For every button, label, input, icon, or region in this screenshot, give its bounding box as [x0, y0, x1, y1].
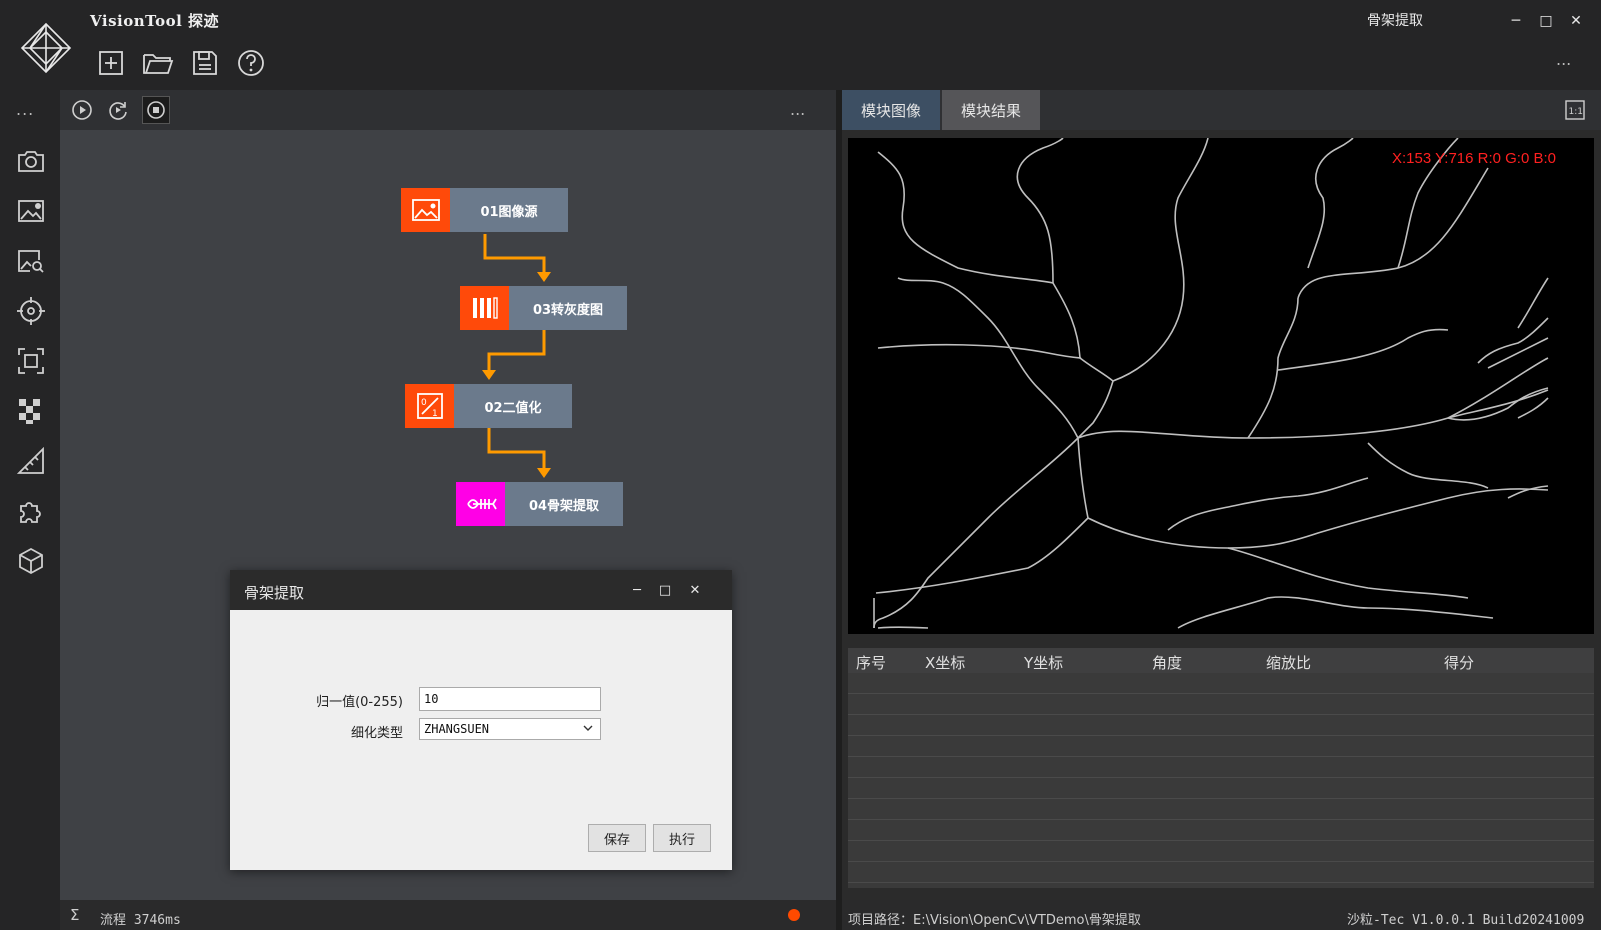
table-row [848, 841, 1594, 862]
app-window: VisionTool 探迹 骨架提取 ─ □ ✕ ... ... ... 01图… [0, 0, 1601, 930]
result-table: 序号 X坐标 Y坐标 角度 缩放比 得分 [848, 648, 1594, 888]
image-viewport[interactable] [848, 137, 1594, 634]
thin-type-value: ZHANGSUEN [424, 722, 490, 736]
table-row [848, 757, 1594, 778]
dialog-minimize-button[interactable]: ─ [626, 580, 648, 600]
checkerboard-icon[interactable] [14, 394, 48, 428]
flow-node-label: 04骨架提取 [505, 482, 623, 526]
flow-node-skeleton[interactable]: 04骨架提取 [456, 482, 623, 526]
skeleton-image [873, 137, 1549, 629]
flow-time-text: 流程 3746ms [100, 913, 181, 928]
flow-node-image-source[interactable]: 01图像源 [401, 188, 568, 232]
camera-icon[interactable] [14, 144, 48, 178]
panel-splitter[interactable] [836, 90, 842, 930]
minimize-button[interactable]: ─ [1504, 10, 1528, 32]
status-indicator [788, 909, 800, 921]
version-label: 沙粒-Tec V1.0.0.1 Build20241009 [1347, 913, 1585, 928]
flow-more-menu[interactable]: ... [790, 100, 805, 119]
column-header-x[interactable]: X坐标 [925, 652, 965, 673]
help-icon[interactable] [234, 46, 268, 80]
tab-module-image[interactable]: 模块图像 [842, 90, 940, 130]
flow-node-binarize[interactable]: 01 02二值化 [405, 384, 572, 428]
run-loop-icon[interactable] [104, 96, 132, 124]
new-file-icon[interactable] [94, 46, 128, 80]
thin-type-label: 细化类型 [350, 726, 403, 741]
binarize-icon: 01 [405, 384, 454, 428]
flow-node-grayscale[interactable]: 03转灰度图 [460, 286, 627, 330]
grayscale-icon [460, 286, 509, 330]
flow-node-label: 03转灰度图 [509, 286, 627, 330]
normalize-input[interactable]: 10 [419, 687, 601, 711]
flow-canvas[interactable]: 01图像源 03转灰度图 01 02二值化 04骨架提取 骨架提取 ─ □ ✕ … [60, 130, 836, 900]
svg-text:0: 0 [421, 398, 427, 408]
sidebar-more-menu[interactable]: ... [16, 100, 34, 119]
roi-icon[interactable] [14, 344, 48, 378]
cube-icon[interactable] [14, 544, 48, 578]
normalize-label: 归一值(0-255) [316, 695, 403, 710]
stop-icon[interactable] [142, 96, 170, 124]
table-row [848, 862, 1594, 883]
app-title: VisionTool 探迹 [90, 12, 219, 30]
table-row [848, 778, 1594, 799]
table-row [848, 673, 1594, 694]
flow-node-label: 02二值化 [454, 384, 572, 428]
project-path: 项目路径：E:\Vision\OpenCv\VTDemo\骨架提取 [848, 913, 1141, 928]
fishbone-icon [456, 482, 505, 526]
svg-text:1:1: 1:1 [1569, 107, 1583, 117]
actual-size-button[interactable]: 1:1 [1563, 98, 1587, 122]
save-button[interactable]: 保存 [588, 824, 646, 852]
pixel-readout: X:153 Y:716 R:0 G:0 B:0 [1392, 150, 1557, 167]
table-row [848, 694, 1594, 715]
target-icon[interactable] [14, 294, 48, 328]
dialog-close-button[interactable]: ✕ [684, 580, 706, 600]
ruler-icon[interactable] [14, 444, 48, 478]
open-folder-icon[interactable] [141, 46, 175, 80]
skeleton-dialog: 骨架提取 ─ □ ✕ 归一值(0-255) 10 细化类型 ZHANGSUEN … [230, 570, 732, 870]
app-logo-icon [18, 20, 74, 76]
chevron-down-icon [582, 722, 594, 737]
column-header-angle[interactable]: 角度 [1152, 652, 1182, 673]
execute-button[interactable]: 执行 [653, 824, 711, 852]
run-once-icon[interactable] [68, 96, 96, 124]
dialog-maximize-button[interactable]: □ [654, 580, 676, 600]
dialog-title: 骨架提取 [244, 584, 305, 602]
flow-node-label: 01图像源 [450, 188, 568, 232]
sigma-icon: Σ [70, 906, 80, 924]
image-icon [401, 188, 450, 232]
image-search-icon[interactable] [14, 244, 48, 278]
close-button[interactable]: ✕ [1564, 10, 1588, 32]
column-header-index[interactable]: 序号 [856, 652, 886, 673]
column-header-y[interactable]: Y坐标 [1024, 652, 1063, 673]
table-row [848, 715, 1594, 736]
column-header-scale[interactable]: 缩放比 [1266, 652, 1311, 673]
top-more-menu[interactable]: ... [1556, 50, 1571, 69]
svg-text:1: 1 [432, 409, 438, 419]
flow-toolbar [60, 90, 836, 130]
column-header-score[interactable]: 得分 [1444, 652, 1474, 673]
table-row [848, 736, 1594, 757]
table-row [848, 820, 1594, 841]
table-row [848, 799, 1594, 820]
maximize-button[interactable]: □ [1534, 10, 1558, 32]
save-icon[interactable] [188, 46, 222, 80]
thin-type-select[interactable]: ZHANGSUEN [419, 718, 601, 740]
window-caption: 骨架提取 [1367, 13, 1423, 29]
image-settings-icon[interactable] [14, 194, 48, 228]
puzzle-icon[interactable] [14, 494, 48, 528]
tab-module-result[interactable]: 模块结果 [942, 90, 1040, 130]
